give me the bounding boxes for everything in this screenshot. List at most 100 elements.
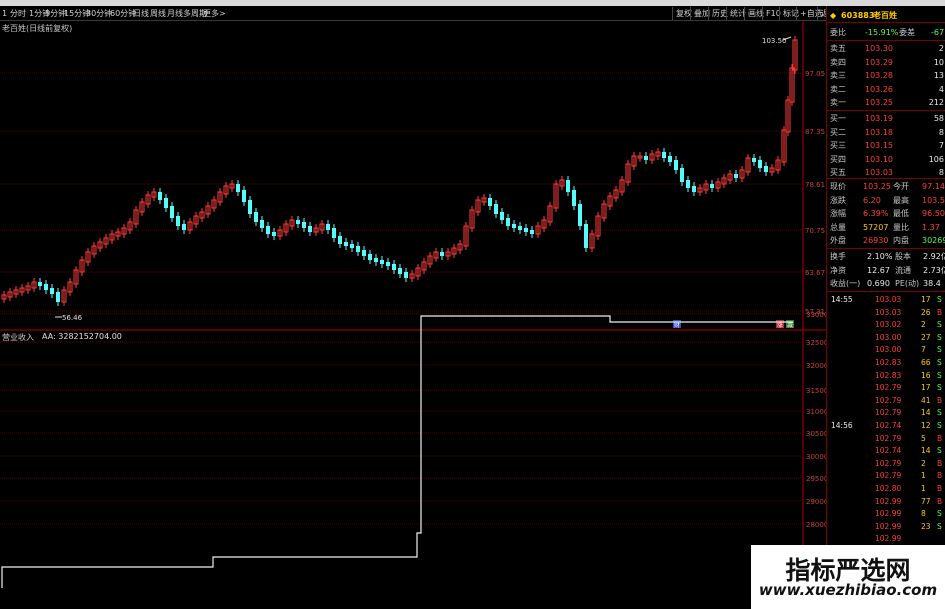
- sell-level[interactable]: 卖四 103.29 10: [827, 56, 945, 69]
- tick-side: B: [937, 458, 943, 468]
- candle-body: [308, 226, 312, 232]
- tick-side: B: [937, 433, 943, 443]
- tab-monthly[interactable]: 月线: [167, 7, 183, 20]
- candle-body: [350, 244, 354, 248]
- tick-row: 103.00 27 S: [827, 332, 945, 344]
- candle-body: [254, 212, 258, 222]
- stat-value: 103.50: [922, 195, 945, 205]
- stat-value: 97.14: [922, 182, 945, 191]
- level-price: 103.25: [865, 98, 893, 107]
- candle-body: [734, 174, 738, 178]
- tab-daily[interactable]: 日线: [133, 7, 149, 20]
- main-chart-title: 老百姓(日线前复权): [2, 24, 73, 33]
- candle-body: [164, 198, 168, 208]
- tick-row: 102.99: [827, 533, 945, 545]
- buy-level[interactable]: 买一 103.19 58: [827, 112, 945, 125]
- tick-time: 14:56: [831, 421, 853, 430]
- buy-level[interactable]: 买三 103.15 7: [827, 139, 945, 152]
- buy-level[interactable]: 买二 103.18 8: [827, 126, 945, 139]
- stat-row: 换手 2.10% 股本 2.92亿: [827, 250, 945, 263]
- tab-weekly[interactable]: 周线: [150, 7, 166, 20]
- tick-side: S: [937, 370, 942, 380]
- tick-price: 102.83: [875, 358, 902, 367]
- tick-volume: 14: [921, 408, 931, 418]
- tick-volume: 5: [921, 433, 926, 443]
- tick-price: 103.03: [875, 295, 902, 304]
- level-price: 103.28: [865, 71, 893, 80]
- stat-label: 外盘: [830, 236, 846, 245]
- tab-more[interactable]: 更多>: [203, 7, 226, 20]
- tick-volume: 26: [921, 307, 931, 317]
- stat-value: 26930: [863, 236, 889, 245]
- tick-price: 103.00: [875, 345, 902, 355]
- candle-body: [266, 226, 270, 234]
- kline-chart[interactable]: 97.0587.3578.6170.7563.6757.31103.5056.4…: [0, 21, 828, 609]
- stock-header: ◆ 603883 老百姓: [827, 9, 945, 23]
- candle-body: [518, 226, 522, 230]
- tick-row: 103.02 2 S: [827, 319, 945, 331]
- stat-label: 量比: [893, 222, 909, 232]
- tick-row: 102.99 8 S: [827, 508, 945, 520]
- sub-chart-title: 营业收入: [2, 333, 34, 342]
- level-price: 103.30: [865, 44, 893, 53]
- candle-body: [356, 246, 360, 252]
- tick-price: 102.99: [875, 534, 902, 544]
- level-volume: 7: [938, 141, 944, 150]
- tick-volume: 66: [921, 358, 931, 367]
- level-volume: 8: [938, 127, 944, 137]
- candle-body: [248, 200, 252, 214]
- level-label: 卖五: [830, 44, 846, 53]
- tick-volume: 2: [921, 458, 926, 468]
- sub-y-tick-label: 32500: [806, 339, 826, 347]
- candle-body: [710, 184, 714, 188]
- sub-chart-value: AA: 3282152704.00: [42, 332, 122, 341]
- candle-body: [392, 264, 396, 270]
- stat-label: 涨幅: [830, 209, 846, 218]
- stat-label: PE(动): [895, 279, 920, 288]
- level-price: 103.29: [865, 57, 893, 67]
- candle-body: [332, 228, 336, 238]
- quote-panel: ◆ 603883 老百姓 委比 -15.91% 委差 -67 卖五 103.30 2…: [826, 6, 945, 609]
- tab-30min[interactable]: 30分钟: [86, 7, 112, 20]
- sell-level[interactable]: 卖五 103.30 2: [827, 42, 945, 55]
- candle-body: [56, 292, 60, 302]
- stat-value: 6.39%: [863, 209, 889, 218]
- sell-level[interactable]: 卖一 103.25 212: [827, 96, 945, 109]
- sell-level[interactable]: 卖三 103.28 13: [827, 69, 945, 82]
- tab-fenshi[interactable]: 分时: [10, 7, 26, 20]
- candle-body: [236, 184, 240, 192]
- candle-body: [326, 224, 330, 230]
- buy-level[interactable]: 买四 103.10 106: [827, 153, 945, 166]
- event-markers[interactable]: 财涨减: [673, 320, 794, 329]
- candle-body: [380, 260, 384, 264]
- tick-row: 14:55 103.03 17 S: [827, 294, 945, 306]
- candle-body: [374, 258, 378, 262]
- candle-body: [176, 216, 180, 226]
- tick-volume: 16: [921, 370, 931, 380]
- candle-body: [584, 224, 588, 248]
- tick-side: S: [937, 358, 942, 367]
- revenue-step-line: [1, 315, 793, 588]
- tick-price: 102.79: [875, 433, 902, 443]
- weibi-row: 委比 -15.91% 委差 -67: [827, 26, 945, 39]
- stat-value: 96.50: [922, 209, 945, 218]
- tick-volume: 8: [921, 509, 926, 519]
- tick-row: 102.79 2 B: [827, 458, 945, 470]
- tick-row: 102.79 5 B: [827, 433, 945, 445]
- stat-row: 净资 12.67 流通 2.73亿: [827, 264, 945, 277]
- weibi-label: 委比: [830, 28, 846, 37]
- tab-5min[interactable]: 5分钟: [45, 7, 66, 20]
- stat-label: 净资: [830, 265, 846, 275]
- tick-price: 102.74: [875, 421, 902, 430]
- y-tick-label: 70.75: [805, 227, 825, 235]
- sub-y-tick-label: 28000: [806, 521, 826, 529]
- tick-volume: 23: [921, 521, 931, 531]
- tick-volume: 12: [921, 421, 931, 430]
- chart-area[interactable]: 97.05 87.35 78.61 70.75 63.67 57.31 103.50 56.4…: [0, 21, 828, 609]
- level-price: 103.15: [865, 141, 893, 150]
- tick-row: 102.80 1 B: [827, 483, 945, 495]
- tick-row: 102.83 16 S: [827, 370, 945, 382]
- tick-row: 102.99 77 B: [827, 496, 945, 508]
- toolbar-item-0[interactable]: 1: [2, 7, 7, 20]
- sell-level[interactable]: 卖二 103.26 4: [827, 83, 945, 96]
